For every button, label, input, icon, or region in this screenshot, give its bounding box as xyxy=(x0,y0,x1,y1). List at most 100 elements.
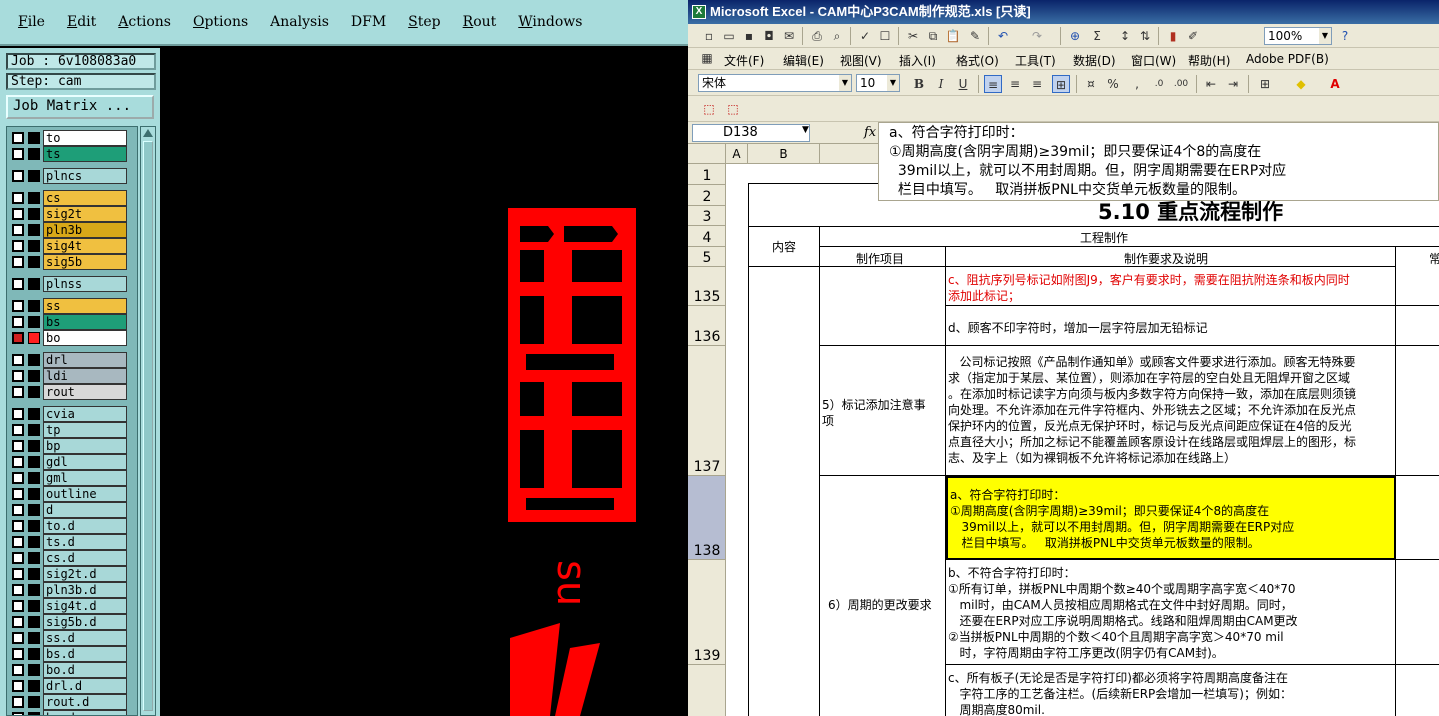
layer-checkbox[interactable] xyxy=(12,278,24,290)
layer-checkbox[interactable] xyxy=(12,354,24,366)
cam-menu-dfm[interactable]: DFM xyxy=(351,14,386,30)
zoom-select[interactable]: 100% ▼ xyxy=(1264,27,1332,45)
chevron-down-icon[interactable]: ▼ xyxy=(839,75,851,91)
permission-icon[interactable]: ◘ xyxy=(760,27,778,45)
layer-list-scrollbar[interactable] xyxy=(140,126,156,716)
layer-name[interactable]: bs.d xyxy=(43,646,127,662)
chart-wizard-icon[interactable]: ▮ xyxy=(1164,27,1182,45)
layer-row[interactable]: ldi xyxy=(7,368,137,384)
layer-work-toggle[interactable] xyxy=(28,354,40,366)
layer-work-toggle[interactable] xyxy=(28,332,40,344)
row-header[interactable]: 5 xyxy=(688,247,726,267)
row-header[interactable]: 136 xyxy=(688,306,726,346)
sort-descending-icon[interactable]: ⇅ xyxy=(1136,27,1154,45)
layer-row[interactable]: to.d xyxy=(7,518,137,534)
layer-work-toggle[interactable] xyxy=(28,316,40,328)
layer-name[interactable]: plncs xyxy=(43,168,127,184)
layer-work-toggle[interactable] xyxy=(28,536,40,548)
layer-checkbox[interactable] xyxy=(12,386,24,398)
layer-name[interactable]: sig2t xyxy=(43,206,127,222)
layer-work-toggle[interactable] xyxy=(28,386,40,398)
paste-icon[interactable]: 📋 xyxy=(944,27,962,45)
requirement-cell[interactable]: d、顾客不印字符时，增加一层字符层加无铅标记 xyxy=(946,306,1396,346)
layer-name[interactable]: cs.d xyxy=(43,550,127,566)
layer-name[interactable]: d xyxy=(43,502,127,518)
layer-row[interactable]: sig4t.d xyxy=(7,598,137,614)
layer-checkbox[interactable] xyxy=(12,456,24,468)
layer-name[interactable]: sig5b xyxy=(43,254,127,270)
layer-work-toggle[interactable] xyxy=(28,300,40,312)
layer-name[interactable]: bo.d xyxy=(43,662,127,678)
redo-icon[interactable]: ↷ xyxy=(1028,27,1046,45)
layer-checkbox[interactable] xyxy=(12,536,24,548)
underline-icon[interactable]: U xyxy=(954,75,972,93)
layer-checkbox[interactable] xyxy=(12,632,24,644)
requirement-cell[interactable]: b、不符合字符打印时： ①所有订单，拼板PNL中周期个数≥40个或周期字高字宽＜4… xyxy=(946,560,1396,665)
layer-name[interactable]: rout.d xyxy=(43,694,127,710)
open-icon[interactable]: ▭ xyxy=(720,27,738,45)
layer-row[interactable]: ss.d xyxy=(7,630,137,646)
layer-checkbox[interactable] xyxy=(12,472,24,484)
layer-row[interactable]: sig2t xyxy=(7,206,137,222)
spelling-icon[interactable]: ✓ xyxy=(856,27,874,45)
cut-icon[interactable]: ✂ xyxy=(904,27,922,45)
scroll-thumb[interactable] xyxy=(143,141,153,711)
layer-checkbox[interactable] xyxy=(12,680,24,692)
layer-name[interactable]: outline xyxy=(43,486,127,502)
layer-checkbox[interactable] xyxy=(12,256,24,268)
layer-row[interactable]: plnss xyxy=(7,276,137,292)
layer-checkbox[interactable] xyxy=(12,208,24,220)
excel-menu-item[interactable]: 窗口(W) xyxy=(1131,52,1176,69)
layer-work-toggle[interactable] xyxy=(28,424,40,436)
layer-name[interactable]: sig5b.d xyxy=(43,614,127,630)
fill-color-icon[interactable]: ◆ xyxy=(1292,75,1310,93)
layer-name[interactable]: drl xyxy=(43,352,127,368)
fx-icon[interactable]: fx xyxy=(864,125,876,140)
research-icon[interactable]: ☐ xyxy=(876,27,894,45)
row-header[interactable]: 137 xyxy=(688,346,726,476)
layer-work-toggle[interactable] xyxy=(28,712,40,715)
new-icon[interactable]: ▫ xyxy=(700,27,718,45)
font-size-select[interactable]: 10 ▼ xyxy=(856,74,900,92)
layer-name[interactable]: ldi xyxy=(43,368,127,384)
layer-row[interactable]: to xyxy=(7,130,137,146)
cam-menu-windows[interactable]: Windows xyxy=(518,14,582,30)
layer-work-toggle[interactable] xyxy=(28,170,40,182)
layer-name[interactable]: drl.d xyxy=(43,678,127,694)
cam-menu-options[interactable]: Options xyxy=(193,14,248,30)
layer-name[interactable]: bs xyxy=(43,314,127,330)
layer-checkbox[interactable] xyxy=(12,148,24,160)
layer-name[interactable]: tp xyxy=(43,422,127,438)
layer-name[interactable]: gdl xyxy=(43,454,127,470)
layer-checkbox[interactable] xyxy=(12,552,24,564)
excel-menu-item[interactable]: 视图(V) xyxy=(840,52,882,69)
excel-menu-item[interactable]: 数据(D) xyxy=(1073,52,1116,69)
scroll-up-icon[interactable] xyxy=(143,129,153,137)
layer-checkbox[interactable] xyxy=(12,370,24,382)
sort-ascending-icon[interactable]: ↕ xyxy=(1116,27,1134,45)
layer-work-toggle[interactable] xyxy=(28,648,40,660)
row-header[interactable]: 138 xyxy=(688,476,726,560)
layer-checkbox[interactable] xyxy=(12,616,24,628)
layer-checkbox[interactable] xyxy=(12,504,24,516)
excel-menu-item[interactable]: 帮助(H) xyxy=(1188,52,1230,69)
layer-work-toggle[interactable] xyxy=(28,552,40,564)
layer-checkbox[interactable] xyxy=(12,600,24,612)
layer-checkbox[interactable] xyxy=(12,648,24,660)
select-all-corner[interactable] xyxy=(688,144,726,164)
excel-menu-item[interactable]: 工具(T) xyxy=(1015,52,1056,69)
currency-icon[interactable]: ¤ xyxy=(1082,75,1100,93)
help-icon[interactable]: ? xyxy=(1336,27,1354,45)
layer-name[interactable]: pln3b.d xyxy=(43,582,127,598)
layer-work-toggle[interactable] xyxy=(28,616,40,628)
layer-row[interactable]: cs.d xyxy=(7,550,137,566)
comma-icon[interactable]: , xyxy=(1128,75,1146,93)
layer-work-toggle[interactable] xyxy=(28,696,40,708)
layer-work-toggle[interactable] xyxy=(28,600,40,612)
align-left-icon[interactable]: ≡ xyxy=(984,75,1002,93)
layer-work-toggle[interactable] xyxy=(28,632,40,644)
worksheet[interactable]: A B 1 2 3 4 5 5.10 重点流程制作 内容 工程制作 制作项目 制作要求及说明常 13… xyxy=(688,144,1439,716)
excel-menu-item[interactable]: 插入(I) xyxy=(899,52,936,69)
layer-checkbox[interactable] xyxy=(12,332,24,344)
layer-checkbox[interactable] xyxy=(12,300,24,312)
